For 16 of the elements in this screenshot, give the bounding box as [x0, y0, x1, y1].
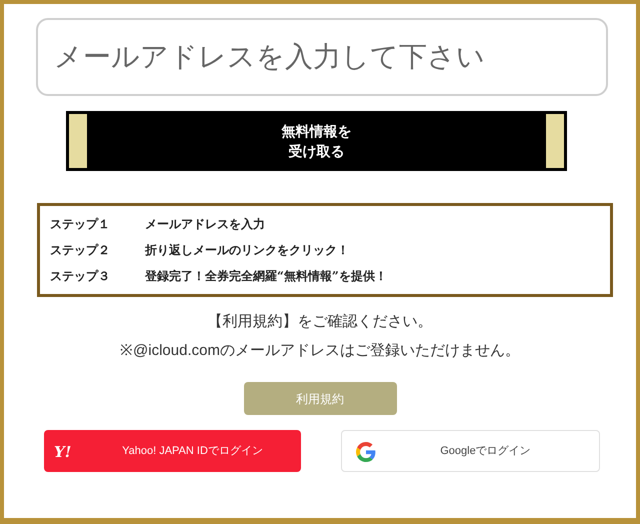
step-text: メールアドレスを入力	[145, 216, 265, 233]
accent-bar	[69, 114, 87, 168]
step-text: 折り返しメールのリンクをクリック！	[145, 242, 349, 259]
step-label: ステップ１	[50, 216, 111, 233]
google-g-icon	[356, 442, 376, 462]
step-label: ステップ２	[50, 242, 111, 259]
notice-text: ※@icloud.comのメールアドレスはご登録いただけません。	[120, 340, 520, 360]
step-text: 登録完了！全券完全網羅“無料情報”を提供！	[145, 268, 387, 285]
submit-button[interactable]: 無料情報を 受け取る	[66, 111, 567, 171]
notice-text: 【利用規約】をご確認ください。	[208, 312, 432, 332]
google-login-button[interactable]: Googleでログイン	[341, 430, 600, 472]
accent-bar	[546, 114, 564, 168]
step-label: ステップ３	[50, 268, 111, 285]
yahoo-login-button[interactable]: Y! Yahoo! JAPAN IDでログイン	[44, 430, 301, 472]
yahoo-logo: Y!	[54, 442, 72, 463]
email-input-field[interactable]: メールアドレスを入力して下さい	[36, 18, 608, 96]
